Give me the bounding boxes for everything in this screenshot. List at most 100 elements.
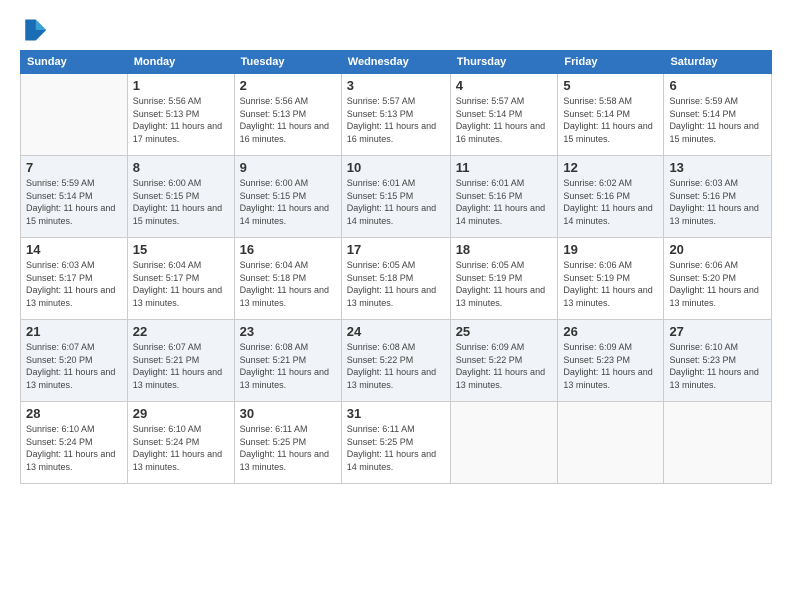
day-cell: 28 Sunrise: 6:10 AMSunset: 5:24 PMDayligh…: [21, 402, 128, 484]
day-number: 12: [563, 160, 658, 175]
week-row-3: 14 Sunrise: 6:03 AMSunset: 5:17 PMDayligh…: [21, 238, 772, 320]
calendar-page: SundayMondayTuesdayWednesdayThursdayFrid…: [0, 0, 792, 612]
day-cell: 4 Sunrise: 5:57 AMSunset: 5:14 PMDaylight…: [450, 74, 558, 156]
day-info: Sunrise: 6:05 AMSunset: 5:18 PMDaylight:…: [347, 259, 445, 309]
day-number: 1: [133, 78, 229, 93]
day-cell: 29 Sunrise: 6:10 AMSunset: 5:24 PMDayligh…: [127, 402, 234, 484]
column-header-thursday: Thursday: [450, 51, 558, 74]
day-info: Sunrise: 6:10 AMSunset: 5:23 PMDaylight:…: [669, 341, 766, 391]
day-cell: 24Sunrise: 6:08 AMSunset: 5:22 PMDayligh…: [341, 320, 450, 402]
day-info: Sunrise: 6:00 AMSunset: 5:15 PMDaylight:…: [240, 177, 336, 227]
day-cell: 21 Sunrise: 6:07 AMSunset: 5:20 PMDayligh…: [21, 320, 128, 402]
day-cell: 25 Sunrise: 6:09 AMSunset: 5:22 PMDayligh…: [450, 320, 558, 402]
day-cell: 15 Sunrise: 6:04 AMSunset: 5:17 PMDayligh…: [127, 238, 234, 320]
day-cell: 2 Sunrise: 5:56 AMSunset: 5:13 PMDaylight…: [234, 74, 341, 156]
day-number: 31: [347, 406, 445, 421]
day-cell: 3Sunrise: 5:57 AMSunset: 5:13 PMDaylight…: [341, 74, 450, 156]
day-info: Sunrise: 5:58 AMSunset: 5:14 PMDaylight:…: [563, 95, 658, 145]
day-cell: 22 Sunrise: 6:07 AMSunset: 5:21 PMDayligh…: [127, 320, 234, 402]
day-cell: 27 Sunrise: 6:10 AMSunset: 5:23 PMDayligh…: [664, 320, 772, 402]
week-row-4: 21 Sunrise: 6:07 AMSunset: 5:20 PMDayligh…: [21, 320, 772, 402]
day-cell: 23 Sunrise: 6:08 AMSunset: 5:21 PMDayligh…: [234, 320, 341, 402]
day-number: 10: [347, 160, 445, 175]
day-info: Sunrise: 6:03 AMSunset: 5:16 PMDaylight:…: [669, 177, 766, 227]
day-number: 14: [26, 242, 122, 257]
week-row-1: 1 Sunrise: 5:56 AMSunset: 5:13 PMDaylight…: [21, 74, 772, 156]
day-cell: 1 Sunrise: 5:56 AMSunset: 5:13 PMDaylight…: [127, 74, 234, 156]
day-info: Sunrise: 6:01 AMSunset: 5:16 PMDaylight:…: [456, 177, 553, 227]
day-cell: 13 Sunrise: 6:03 AMSunset: 5:16 PMDayligh…: [664, 156, 772, 238]
day-info: Sunrise: 6:02 AMSunset: 5:16 PMDaylight:…: [563, 177, 658, 227]
day-cell: 16Sunrise: 6:04 AMSunset: 5:18 PMDayligh…: [234, 238, 341, 320]
day-info: Sunrise: 5:56 AMSunset: 5:13 PMDaylight:…: [133, 95, 229, 145]
day-cell: [21, 74, 128, 156]
day-number: 30: [240, 406, 336, 421]
day-info: Sunrise: 5:57 AMSunset: 5:14 PMDaylight:…: [456, 95, 553, 145]
day-info: Sunrise: 6:07 AMSunset: 5:20 PMDaylight:…: [26, 341, 122, 391]
column-header-tuesday: Tuesday: [234, 51, 341, 74]
day-cell: 30 Sunrise: 6:11 AMSunset: 5:25 PMDayligh…: [234, 402, 341, 484]
day-cell: 8 Sunrise: 6:00 AMSunset: 5:15 PMDaylight…: [127, 156, 234, 238]
day-number: 15: [133, 242, 229, 257]
day-info: Sunrise: 5:59 AMSunset: 5:14 PMDaylight:…: [26, 177, 122, 227]
day-info: Sunrise: 6:07 AMSunset: 5:21 PMDaylight:…: [133, 341, 229, 391]
day-number: 24: [347, 324, 445, 339]
day-cell: 9Sunrise: 6:00 AMSunset: 5:15 PMDaylight…: [234, 156, 341, 238]
day-cell: 18 Sunrise: 6:05 AMSunset: 5:19 PMDayligh…: [450, 238, 558, 320]
day-cell: [450, 402, 558, 484]
day-info: Sunrise: 6:09 AMSunset: 5:22 PMDaylight:…: [456, 341, 553, 391]
day-number: 28: [26, 406, 122, 421]
day-cell: 11 Sunrise: 6:01 AMSunset: 5:16 PMDayligh…: [450, 156, 558, 238]
day-number: 21: [26, 324, 122, 339]
column-header-friday: Friday: [558, 51, 664, 74]
day-cell: 10 Sunrise: 6:01 AMSunset: 5:15 PMDayligh…: [341, 156, 450, 238]
day-number: 2: [240, 78, 336, 93]
day-number: 17: [347, 242, 445, 257]
day-cell: 7 Sunrise: 5:59 AMSunset: 5:14 PMDaylight…: [21, 156, 128, 238]
day-number: 16: [240, 242, 336, 257]
day-cell: 19 Sunrise: 6:06 AMSunset: 5:19 PMDayligh…: [558, 238, 664, 320]
day-cell: 26Sunrise: 6:09 AMSunset: 5:23 PMDayligh…: [558, 320, 664, 402]
day-info: Sunrise: 6:04 AMSunset: 5:17 PMDaylight:…: [133, 259, 229, 309]
day-cell: 14 Sunrise: 6:03 AMSunset: 5:17 PMDayligh…: [21, 238, 128, 320]
day-cell: 6Sunrise: 5:59 AMSunset: 5:14 PMDaylight…: [664, 74, 772, 156]
day-cell: 5 Sunrise: 5:58 AMSunset: 5:14 PMDaylight…: [558, 74, 664, 156]
day-cell: 20Sunrise: 6:06 AMSunset: 5:20 PMDayligh…: [664, 238, 772, 320]
day-info: Sunrise: 6:00 AMSunset: 5:15 PMDaylight:…: [133, 177, 229, 227]
day-number: 4: [456, 78, 553, 93]
calendar-table: SundayMondayTuesdayWednesdayThursdayFrid…: [20, 50, 772, 484]
day-number: 20: [669, 242, 766, 257]
week-row-5: 28 Sunrise: 6:10 AMSunset: 5:24 PMDayligh…: [21, 402, 772, 484]
logo: [20, 16, 52, 44]
day-number: 13: [669, 160, 766, 175]
day-info: Sunrise: 6:01 AMSunset: 5:15 PMDaylight:…: [347, 177, 445, 227]
day-number: 8: [133, 160, 229, 175]
day-number: 29: [133, 406, 229, 421]
day-info: Sunrise: 6:06 AMSunset: 5:19 PMDaylight:…: [563, 259, 658, 309]
day-info: Sunrise: 6:11 AMSunset: 5:25 PMDaylight:…: [347, 423, 445, 473]
day-cell: 12 Sunrise: 6:02 AMSunset: 5:16 PMDayligh…: [558, 156, 664, 238]
column-header-sunday: Sunday: [21, 51, 128, 74]
day-info: Sunrise: 6:10 AMSunset: 5:24 PMDaylight:…: [133, 423, 229, 473]
header-row: SundayMondayTuesdayWednesdayThursdayFrid…: [21, 51, 772, 74]
day-number: 7: [26, 160, 122, 175]
day-number: 18: [456, 242, 553, 257]
day-info: Sunrise: 6:03 AMSunset: 5:17 PMDaylight:…: [26, 259, 122, 309]
day-info: Sunrise: 5:57 AMSunset: 5:13 PMDaylight:…: [347, 95, 445, 145]
day-number: 19: [563, 242, 658, 257]
day-info: Sunrise: 6:11 AMSunset: 5:25 PMDaylight:…: [240, 423, 336, 473]
day-number: 22: [133, 324, 229, 339]
day-number: 25: [456, 324, 553, 339]
day-number: 11: [456, 160, 553, 175]
day-number: 23: [240, 324, 336, 339]
day-info: Sunrise: 5:56 AMSunset: 5:13 PMDaylight:…: [240, 95, 336, 145]
logo-icon: [20, 16, 48, 44]
day-info: Sunrise: 6:10 AMSunset: 5:24 PMDaylight:…: [26, 423, 122, 473]
day-number: 27: [669, 324, 766, 339]
day-number: 5: [563, 78, 658, 93]
day-cell: 17 Sunrise: 6:05 AMSunset: 5:18 PMDayligh…: [341, 238, 450, 320]
day-info: Sunrise: 6:08 AMSunset: 5:21 PMDaylight:…: [240, 341, 336, 391]
column-header-monday: Monday: [127, 51, 234, 74]
day-info: Sunrise: 6:05 AMSunset: 5:19 PMDaylight:…: [456, 259, 553, 309]
day-cell: 31 Sunrise: 6:11 AMSunset: 5:25 PMDayligh…: [341, 402, 450, 484]
